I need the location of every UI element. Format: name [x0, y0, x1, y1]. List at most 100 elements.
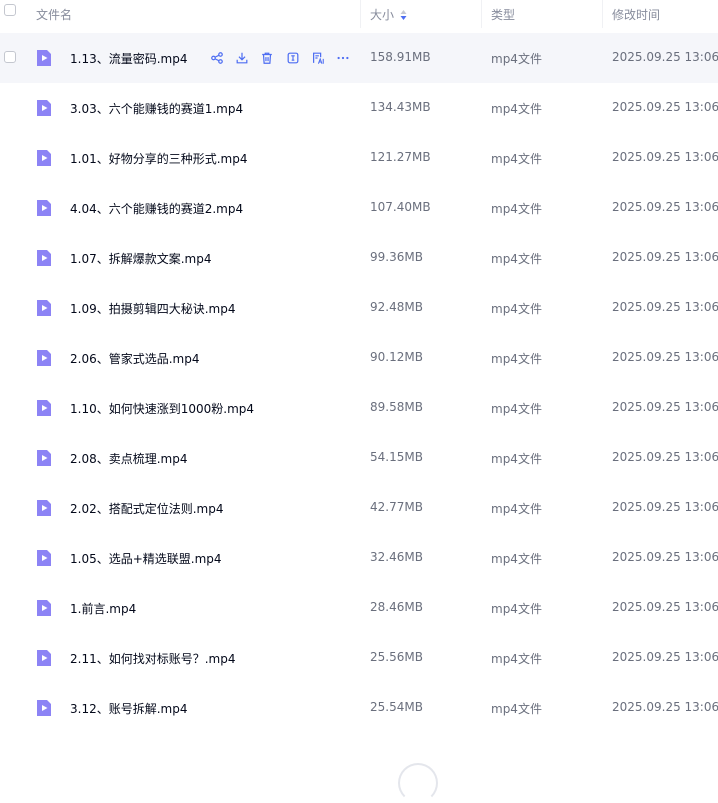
select-all-checkbox[interactable]	[4, 4, 16, 16]
file-row[interactable]: 2.06、管家式选品.mp4 90.12MB mp4文件 2025.09.25 13:…	[0, 333, 718, 383]
file-modified-date: 2025.09.25 13:06	[612, 500, 718, 514]
file-name[interactable]: 1.前言.mp4	[70, 600, 136, 617]
size-header-label: 大小	[370, 8, 395, 22]
file-row[interactable]: 2.08、卖点梳理.mp4 54.15MB mp4文件 2025.09.25 13:0…	[0, 433, 718, 483]
more-icon[interactable]	[335, 50, 351, 66]
file-name[interactable]: 2.08、卖点梳理.mp4	[70, 450, 187, 467]
file-size: 134.43MB	[370, 100, 431, 114]
file-size: 158.91MB	[370, 50, 431, 64]
file-type: mp4文件	[491, 102, 542, 116]
column-header-type[interactable]: 类型	[491, 6, 515, 23]
file-name[interactable]: 2.06、管家式选品.mp4	[70, 350, 199, 367]
sort-icon[interactable]	[400, 9, 407, 21]
file-type: mp4文件	[491, 452, 542, 466]
file-row[interactable]: 4.04、六个能赚钱的赛道2.mp4 107.40MB mp4文件 2025.09.2…	[0, 183, 718, 233]
file-modified-date: 2025.09.25 13:06	[612, 400, 718, 414]
column-divider[interactable]	[360, 0, 361, 28]
file-modified-date: 2025.09.25 13:06	[612, 600, 718, 614]
file-modified-date: 2025.09.25 13:06	[612, 250, 718, 264]
file-name[interactable]: 1.01、好物分享的三种形式.mp4	[70, 150, 247, 167]
file-row[interactable]: 1.07、拆解爆款文案.mp4 99.36MB mp4文件 2025.09.25 13…	[0, 233, 718, 283]
file-modified-date: 2025.09.25 13:06	[612, 450, 718, 464]
file-row[interactable]: 3.12、账号拆解.mp4 25.54MB mp4文件 2025.09.25 13:0…	[0, 683, 718, 733]
video-file-icon	[34, 48, 54, 68]
file-modified-date: 2025.09.25 13:06	[612, 700, 718, 714]
file-name[interactable]: 1.10、如何快速涨到1000粉.mp4	[70, 400, 254, 417]
column-header-name[interactable]: 文件名	[36, 6, 72, 23]
column-header-size[interactable]: 大小	[370, 6, 407, 23]
file-name[interactable]: 1.05、选品+精选联盟.mp4	[70, 550, 222, 567]
file-type: mp4文件	[491, 702, 542, 716]
download-icon[interactable]	[234, 50, 250, 66]
video-file-icon	[34, 698, 54, 718]
video-file-icon	[34, 98, 54, 118]
file-modified-date: 2025.09.25 13:06	[612, 150, 718, 164]
file-row[interactable]: 3.03、六个能赚钱的赛道1.mp4 134.43MB mp4文件 2025.09.2…	[0, 83, 718, 133]
video-file-icon	[34, 648, 54, 668]
video-file-icon	[34, 298, 54, 318]
loading-spinner	[398, 763, 438, 803]
file-size: 90.12MB	[370, 350, 423, 364]
ai-summary-icon[interactable]	[310, 50, 326, 66]
file-name[interactable]: 1.07、拆解爆款文案.mp4	[70, 250, 211, 267]
file-type: mp4文件	[491, 252, 542, 266]
video-file-icon	[34, 598, 54, 618]
file-modified-date: 2025.09.25 13:06	[612, 200, 718, 214]
file-type: mp4文件	[491, 552, 542, 566]
row-checkbox[interactable]	[4, 51, 16, 63]
video-file-icon	[34, 448, 54, 468]
file-name[interactable]: 1.09、拍摄剪辑四大秘诀.mp4	[70, 300, 235, 317]
file-name[interactable]: 1.13、流量密码.mp4	[70, 50, 187, 67]
file-name[interactable]: 4.04、六个能赚钱的赛道2.mp4	[70, 200, 243, 217]
text-extract-icon[interactable]	[285, 50, 301, 66]
file-row[interactable]: 1.13、流量密码.mp4 158.91MB mp4文件 2025.09.25 13:…	[0, 33, 718, 83]
file-type: mp4文件	[491, 602, 542, 616]
file-modified-date: 2025.09.25 13:06	[612, 350, 718, 364]
file-size: 25.54MB	[370, 700, 423, 714]
file-type: mp4文件	[491, 52, 542, 66]
file-name[interactable]: 2.02、搭配式定位法则.mp4	[70, 500, 223, 517]
file-row[interactable]: 1.01、好物分享的三种形式.mp4 121.27MB mp4文件 2025.09.2…	[0, 133, 718, 183]
file-type: mp4文件	[491, 652, 542, 666]
file-size: 99.36MB	[370, 250, 423, 264]
file-modified-date: 2025.09.25 13:06	[612, 550, 718, 564]
row-actions	[209, 50, 360, 66]
file-size: 92.48MB	[370, 300, 423, 314]
file-modified-date: 2025.09.25 13:06	[612, 100, 718, 114]
video-file-icon	[34, 198, 54, 218]
column-header-date[interactable]: 修改时间	[612, 6, 660, 23]
delete-icon[interactable]	[259, 50, 275, 66]
file-list-header: 文件名 大小 类型 修改时间	[0, 0, 718, 28]
column-divider[interactable]	[602, 0, 603, 28]
video-file-icon	[34, 248, 54, 268]
file-modified-date: 2025.09.25 13:06	[612, 50, 718, 64]
file-size: 121.27MB	[370, 150, 431, 164]
file-size: 32.46MB	[370, 550, 423, 564]
file-type: mp4文件	[491, 402, 542, 416]
file-row[interactable]: 1.10、如何快速涨到1000粉.mp4 89.58MB mp4文件 2025.09.…	[0, 383, 718, 433]
file-type: mp4文件	[491, 502, 542, 516]
video-file-icon	[34, 398, 54, 418]
file-type: mp4文件	[491, 202, 542, 216]
video-file-icon	[34, 348, 54, 368]
file-size: 25.56MB	[370, 650, 423, 664]
column-divider[interactable]	[481, 0, 482, 28]
file-row[interactable]: 1.09、拍摄剪辑四大秘诀.mp4 92.48MB mp4文件 2025.09.25 …	[0, 283, 718, 333]
file-row[interactable]: 1.前言.mp4 28.46MB mp4文件 2025.09.25 13:06	[0, 583, 718, 633]
file-row[interactable]: 2.02、搭配式定位法则.mp4 42.77MB mp4文件 2025.09.25 1…	[0, 483, 718, 533]
share-icon[interactable]	[209, 50, 225, 66]
file-name[interactable]: 2.11、如何找对标账号？.mp4	[70, 650, 235, 667]
file-name[interactable]: 3.03、六个能赚钱的赛道1.mp4	[70, 100, 243, 117]
video-file-icon	[34, 148, 54, 168]
file-type: mp4文件	[491, 352, 542, 366]
file-row[interactable]: 1.05、选品+精选联盟.mp4 32.46MB mp4文件 2025.09.25 1…	[0, 533, 718, 583]
file-name[interactable]: 3.12、账号拆解.mp4	[70, 700, 187, 717]
file-modified-date: 2025.09.25 13:06	[612, 650, 718, 664]
file-size: 28.46MB	[370, 600, 423, 614]
file-size: 54.15MB	[370, 450, 423, 464]
file-size: 107.40MB	[370, 200, 431, 214]
video-file-icon	[34, 548, 54, 568]
file-type: mp4文件	[491, 152, 542, 166]
file-size: 42.77MB	[370, 500, 423, 514]
file-row[interactable]: 2.11、如何找对标账号？.mp4 25.56MB mp4文件 2025.09.25 …	[0, 633, 718, 683]
